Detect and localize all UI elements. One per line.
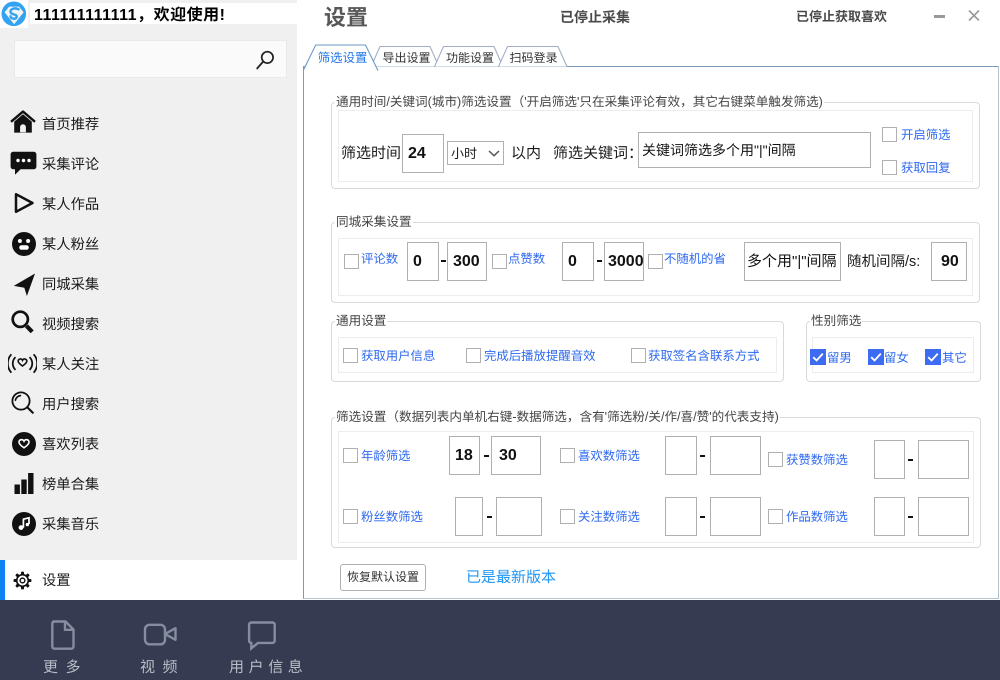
svg-text:导出设置: 导出设置 — [383, 51, 431, 65]
svg-text:功能设置: 功能设置 — [446, 51, 494, 65]
svg-text:筛选设置: 筛选设置 — [318, 51, 368, 65]
svg-text:扫码登录: 扫码登录 — [510, 51, 558, 65]
